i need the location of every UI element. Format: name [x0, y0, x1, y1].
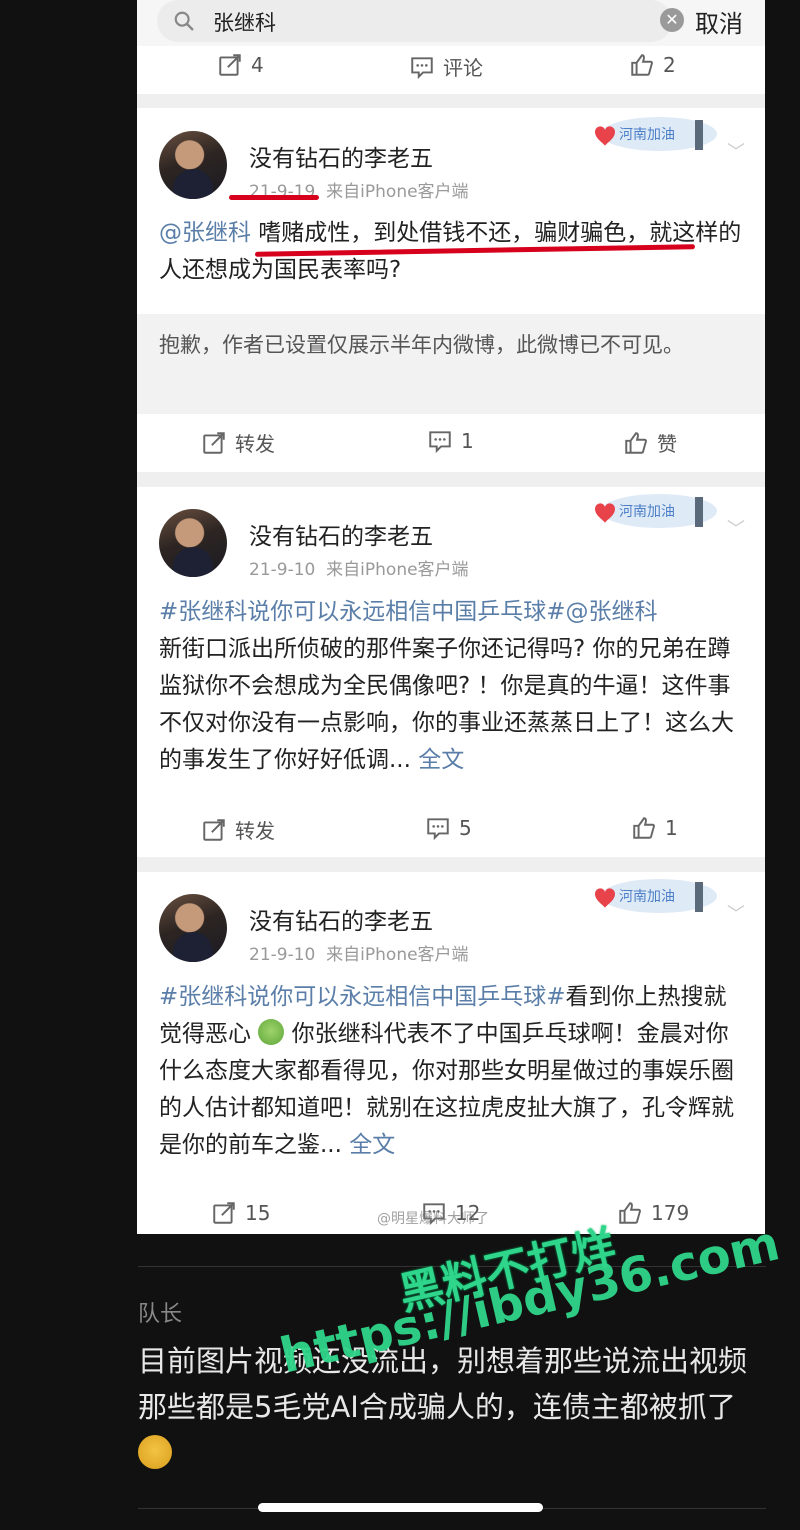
repost-button[interactable]: 15 — [211, 1200, 270, 1226]
badge-text: 河南加油 — [619, 127, 675, 143]
comment-content: 目前图片视频还没流出，别想着那些说流出视频那些都是5毛党AI合成骗人的，连债主都… — [138, 1344, 748, 1424]
repost-icon — [213, 1202, 235, 1224]
like-count: 2 — [663, 53, 676, 77]
hashtag-link[interactable]: #张继科说你可以永远相信中国乒乓球# — [159, 984, 566, 1010]
username[interactable]: 没有钻石的李老五 — [249, 139, 433, 173]
post-date: 21-9-10 — [249, 560, 316, 580]
post-card[interactable]: 没有钻石的李老五 21-9-19 来自iPhone客户端 河南加油 ﹀ @张继科… — [137, 108, 765, 472]
comment-text: 目前图片视频还没流出，别想着那些说流出视频那些都是5毛党AI合成骗人的，连债主都… — [138, 1338, 768, 1476]
like-button[interactable]: 1 — [631, 815, 678, 841]
like-label: 赞 — [657, 432, 677, 456]
chevron-down-icon[interactable]: ﹀ — [727, 515, 745, 541]
chevron-down-icon[interactable]: ﹀ — [727, 900, 745, 926]
clear-icon[interactable]: ✕ — [660, 8, 684, 32]
like-icon — [633, 817, 655, 839]
image-source-watermark: @明星爆料大师了 — [377, 1211, 489, 1227]
like-count: 1 — [665, 816, 678, 840]
repost-icon — [203, 431, 225, 454]
nauseated-emoji-icon — [258, 1019, 285, 1045]
search-icon — [174, 11, 194, 31]
mention-link[interactable]: @张继科 — [159, 220, 251, 246]
badge-text: 河南加油 — [619, 889, 675, 905]
comment-author[interactable]: 队长 — [138, 1296, 182, 1328]
repost-button[interactable]: 4 — [217, 52, 264, 78]
repost-label: 转发 — [235, 819, 275, 843]
like-icon — [619, 1202, 641, 1224]
previous-post-actions: 4 评论 2 — [137, 46, 765, 94]
comment-button[interactable]: 评论 — [409, 52, 483, 81]
comment-icon — [411, 56, 433, 79]
username[interactable]: 没有钻石的李老五 — [249, 517, 433, 551]
repost-icon — [219, 54, 241, 76]
henan-badge: 河南加油 — [595, 117, 717, 151]
comment-icon — [427, 818, 449, 841]
post-source: 来自iPhone客户端 — [326, 560, 469, 580]
post-body: #张继科说你可以永远相信中国乒乓球#@张继科 新街口派出所侦破的那件案子你还记得… — [159, 594, 743, 779]
henan-badge: 河南加油 — [595, 494, 717, 528]
search-input[interactable]: 张继科 ✕ — [157, 0, 684, 42]
post-card[interactable]: 没有钻石的李老五 21-9-10 来自iPhone客户端 河南加油 ﹀ #张继科… — [137, 487, 765, 857]
full-text-link[interactable]: 全文 — [349, 1132, 395, 1158]
home-indicator[interactable] — [258, 1503, 543, 1512]
like-button[interactable]: 179 — [617, 1200, 689, 1226]
comment-count: 5 — [459, 816, 472, 840]
like-button[interactable]: 2 — [629, 52, 676, 78]
comment-icon — [429, 431, 451, 454]
hashtag-link[interactable]: #张继科说你可以永远相信中国乒乓球#@张继科 — [159, 599, 658, 625]
repost-icon — [203, 818, 225, 841]
like-icon — [625, 431, 647, 454]
comment-label: 评论 — [443, 56, 483, 80]
full-text-link[interactable]: 全文 — [418, 747, 464, 773]
search-query: 张继科 — [213, 11, 276, 35]
chevron-down-icon[interactable]: ﹀ — [727, 138, 745, 164]
like-count: 179 — [651, 1201, 690, 1225]
post-meta: 21-9-10 来自iPhone客户端 — [249, 940, 469, 965]
weibo-screenshot: 张继科 ✕ 取消 4 评论 2 没有钻石的李老五 21-9-19 来自iPhon… — [137, 0, 765, 1234]
henan-badge: 河南加油 — [595, 879, 717, 913]
avatar[interactable] — [159, 131, 227, 199]
repost-label: 转发 — [235, 432, 275, 456]
avatar[interactable] — [159, 509, 227, 577]
medal-emoji-icon — [138, 1435, 172, 1469]
post-date: 21-9-10 — [249, 945, 316, 965]
post-card[interactable]: 没有钻石的李老五 21-9-10 来自iPhone客户端 河南加油 ﹀ #张继科… — [137, 872, 765, 1234]
comment-button[interactable]: 5 — [425, 815, 472, 841]
comment-count: 1 — [461, 429, 474, 453]
search-bar: 张继科 ✕ 取消 — [137, 0, 765, 46]
red-underline-date — [229, 195, 319, 200]
post-body: #张继科说你可以永远相信中国乒乓球#看到你上热搜就觉得恶心 你张继科代表不了中国… — [159, 979, 743, 1164]
repost-count: 15 — [245, 1201, 271, 1225]
post-source: 来自iPhone客户端 — [326, 182, 469, 202]
badge-text: 河南加油 — [619, 504, 675, 520]
like-button[interactable]: 赞 — [623, 428, 677, 457]
repost-button[interactable]: 转发 — [201, 815, 275, 844]
username[interactable]: 没有钻石的李老五 — [249, 902, 433, 936]
comment-button[interactable]: 1 — [427, 428, 474, 454]
avatar[interactable] — [159, 894, 227, 962]
post-source: 来自iPhone客户端 — [326, 945, 469, 965]
hidden-post-notice: 抱歉，作者已设置仅展示半年内微博，此微博已不可见。 — [137, 314, 765, 414]
post-meta: 21-9-10 来自iPhone客户端 — [249, 555, 469, 580]
like-icon — [631, 54, 653, 76]
repost-count: 4 — [251, 53, 264, 77]
cancel-button[interactable]: 取消 — [695, 4, 743, 39]
repost-button[interactable]: 转发 — [201, 428, 275, 457]
